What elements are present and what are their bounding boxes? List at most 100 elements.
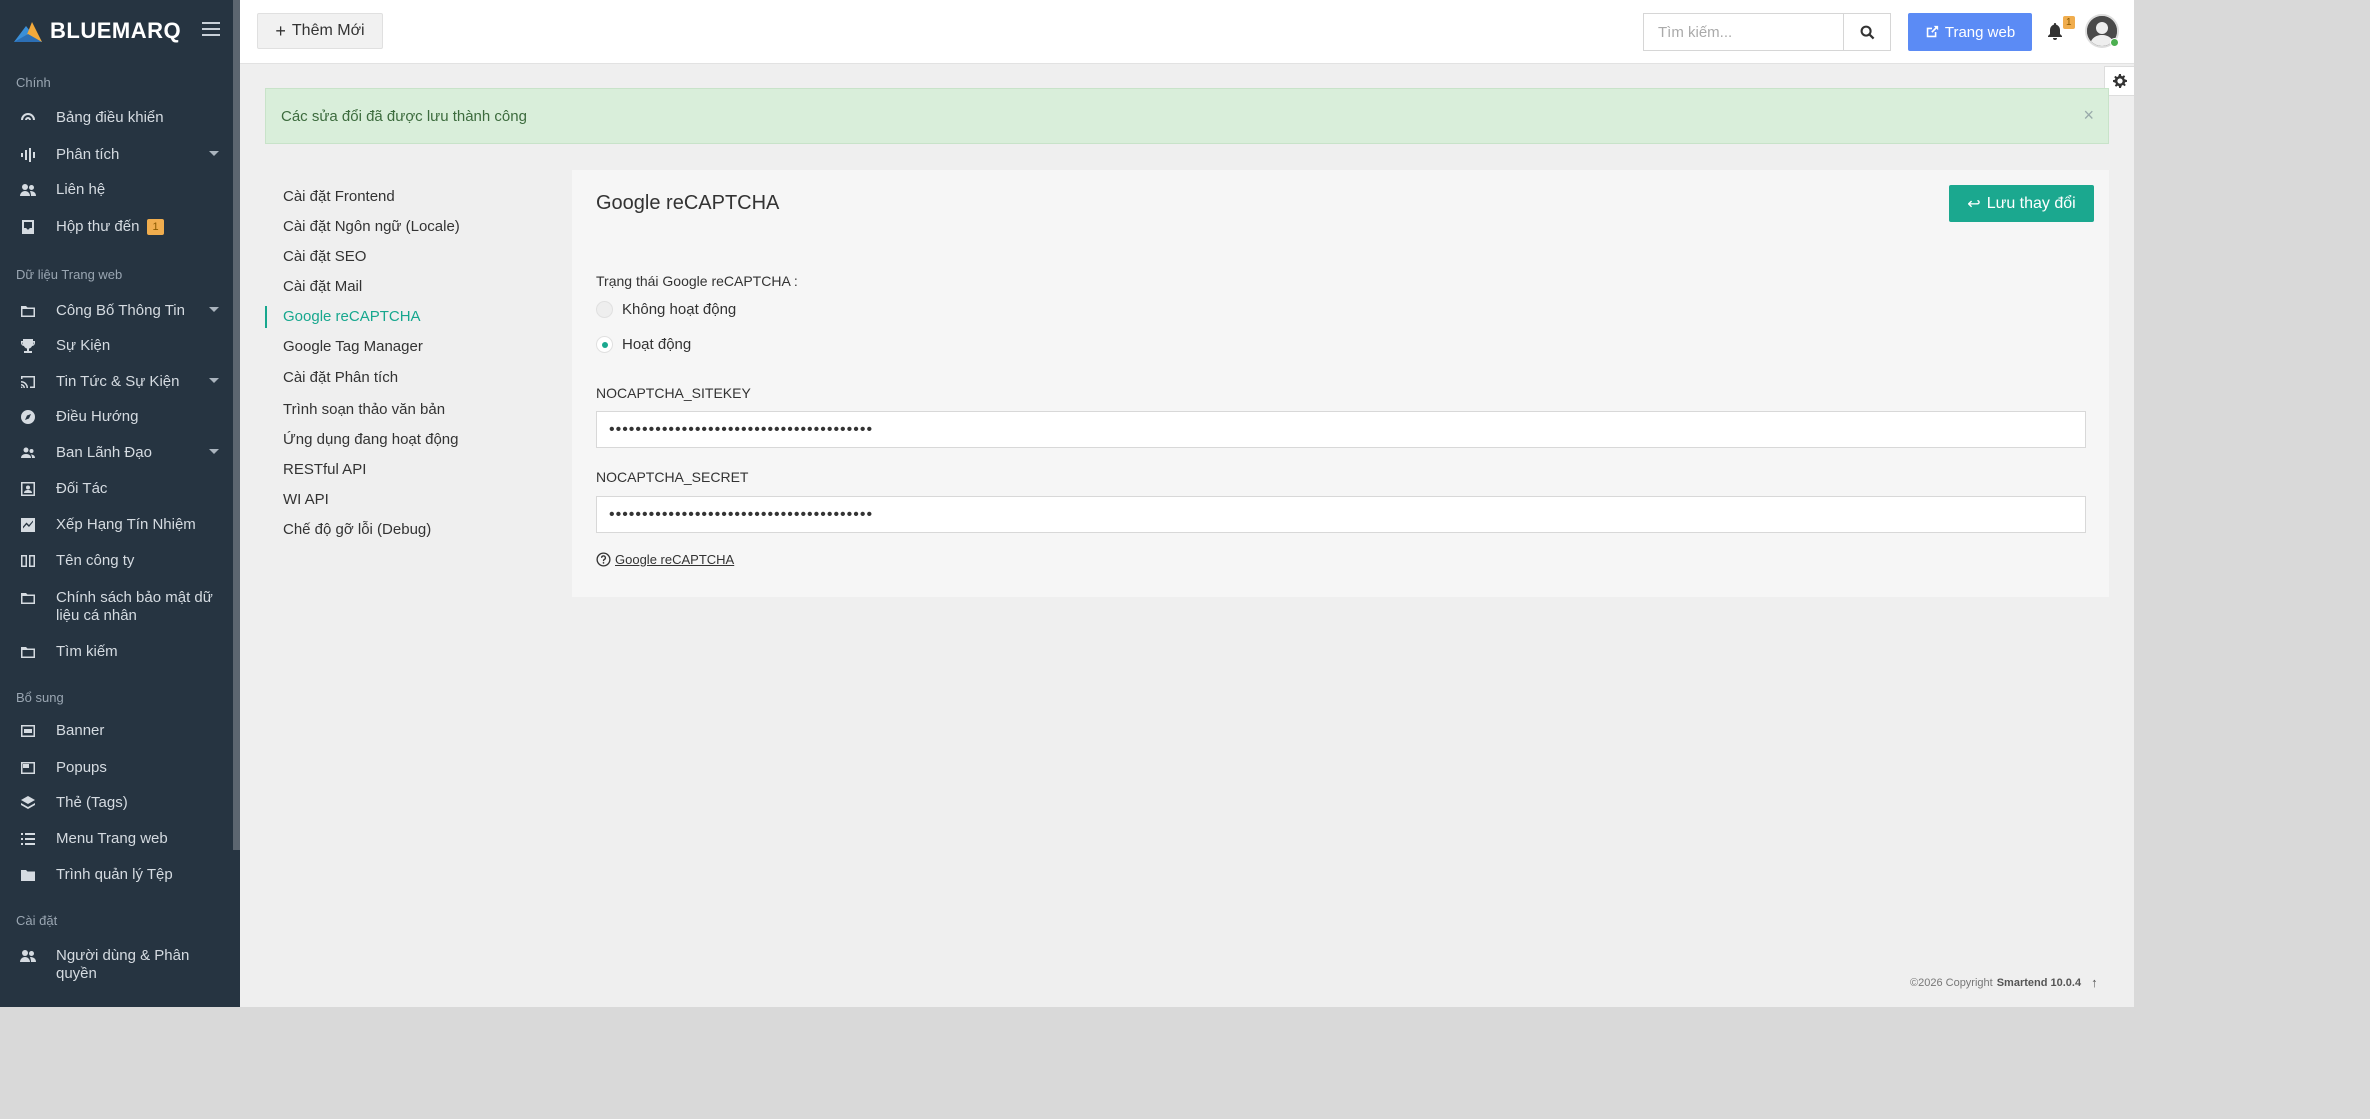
- footer-copyright: ©2026 Copyright: [1910, 976, 1993, 989]
- return-arrow-icon: ↩: [1967, 195, 1981, 213]
- close-icon[interactable]: ×: [2083, 105, 2094, 126]
- sidebar-item-search[interactable]: Tìm kiếm: [0, 643, 233, 661]
- plus-icon: +: [275, 20, 286, 41]
- sidebar-item-inbox[interactable]: Hộp thư đến 1: [0, 218, 233, 236]
- sidebar-item-file-manager[interactable]: Trình quản lý Tệp: [0, 866, 233, 884]
- caret-down-icon: [209, 378, 219, 383]
- search-input[interactable]: [1643, 13, 1843, 51]
- popup-icon: [18, 759, 38, 777]
- caret-down-icon: [209, 151, 219, 156]
- radio-active[interactable]: Hoạt động: [596, 336, 691, 353]
- settings-nav-text-editor[interactable]: Trình soạn thảo văn bản: [265, 395, 555, 425]
- sidebar-item-leadership[interactable]: Ban Lãnh Đạo: [0, 444, 233, 462]
- search-button[interactable]: [1843, 13, 1891, 51]
- settings-nav-mail[interactable]: Cài đặt Mail: [265, 272, 555, 302]
- folder-filled-icon: [18, 866, 38, 884]
- settings-nav-frontend[interactable]: Cài đặt Frontend: [265, 182, 555, 212]
- bell-icon[interactable]: [2047, 22, 2063, 40]
- sidebar-item-news[interactable]: Tin Tức & Sự Kiện: [0, 373, 233, 391]
- sidebar-item-dashboard[interactable]: Bảng điều khiển: [0, 109, 233, 127]
- external-edit-icon: [1926, 25, 1938, 38]
- brand-name: BLUEMARQ: [50, 18, 182, 43]
- sidebar-item-tags[interactable]: Thẻ (Tags): [0, 794, 233, 812]
- radio-inactive-circle[interactable]: [596, 301, 613, 318]
- sidebar-item-label: Công Bố Thông Tin: [56, 302, 185, 319]
- sidebar-section-main: Chính: [16, 75, 51, 90]
- radio-inactive[interactable]: Không hoạt động: [596, 301, 736, 318]
- menu-toggle-icon[interactable]: [202, 22, 220, 38]
- sidebar-item-label: Ban Lãnh Đạo: [56, 444, 152, 461]
- analytics-icon: [18, 146, 38, 164]
- panel-title: Google reCAPTCHA: [596, 192, 780, 214]
- settings-nav-restful-api[interactable]: RESTful API: [265, 455, 555, 485]
- sidebar-item-label: Trình quản lý Tệp: [56, 866, 173, 883]
- settings-nav-recaptcha[interactable]: Google reCAPTCHA: [265, 302, 555, 332]
- settings-nav-debug[interactable]: Chế độ gỡ lỗi (Debug): [265, 515, 555, 545]
- success-alert: Các sửa đổi đã được lưu thành công ×: [265, 88, 2109, 144]
- portrait-icon: [18, 480, 38, 498]
- sidebar-item-events[interactable]: Sự Kiện: [0, 337, 233, 355]
- add-new-button[interactable]: + Thêm Mới: [257, 13, 383, 49]
- folder-icon: [18, 643, 38, 661]
- website-button[interactable]: Trang web: [1908, 13, 2032, 51]
- sidebar-scrollbar[interactable]: [233, 0, 240, 850]
- sidebar-item-contacts[interactable]: Liên hệ: [0, 181, 233, 199]
- list-icon: [18, 830, 38, 848]
- sidebar-item-label: Tìm kiếm: [56, 643, 118, 660]
- settings-nav-active-apps[interactable]: Ứng dụng đang hoạt động: [265, 425, 555, 455]
- sidebar-item-label: Xếp Hạng Tín Nhiệm: [56, 516, 196, 533]
- radio-active-circle[interactable]: [596, 336, 613, 353]
- sidebar-item-label: Tin Tức & Sự Kiện: [56, 373, 180, 390]
- contacts-icon: [18, 181, 38, 199]
- help-circle-icon: [596, 552, 611, 567]
- caret-down-icon: [209, 449, 219, 454]
- brand[interactable]: BLUEMARQ: [14, 16, 181, 46]
- recaptcha-help-link[interactable]: Google reCAPTCHA: [596, 552, 734, 567]
- sidebar-item-credit-rating[interactable]: Xếp Hạng Tín Nhiệm: [0, 516, 233, 534]
- caret-down-icon: [209, 307, 219, 312]
- sidebar-item-label: Tên công ty: [56, 552, 135, 569]
- settings-nav-tag-manager[interactable]: Google Tag Manager: [265, 332, 555, 362]
- settings-nav-seo[interactable]: Cài đặt SEO: [265, 242, 555, 272]
- gear-icon: [2112, 74, 2127, 88]
- search-icon: [1860, 25, 1874, 39]
- settings-nav-locale[interactable]: Cài đặt Ngôn ngữ (Locale): [265, 212, 555, 242]
- users-icon: [18, 947, 38, 965]
- book-icon: [18, 552, 38, 570]
- sidebar-item-popups[interactable]: Popups: [0, 759, 233, 777]
- sidebar-item-disclosure[interactable]: Công Bố Thông Tin: [0, 302, 233, 320]
- sidebar-item-users-permissions[interactable]: Người dùng & Phân quyền: [0, 947, 233, 983]
- secret-label: NOCAPTCHA_SECRET: [596, 469, 749, 485]
- sidebar-item-company-name[interactable]: Tên công ty: [0, 552, 233, 570]
- sidebar-item-partners[interactable]: Đối Tác: [0, 480, 233, 498]
- sidebar: BLUEMARQ Chính Bảng điều khiển Phân tích…: [0, 0, 240, 1007]
- secret-input[interactable]: [596, 496, 2086, 533]
- trophy-icon: [18, 337, 38, 355]
- save-changes-button[interactable]: ↩ Lưu thay đổi: [1949, 185, 2094, 222]
- banner-icon: [18, 722, 38, 740]
- sidebar-item-navigation[interactable]: Điều Hướng: [0, 408, 233, 426]
- scroll-top-icon[interactable]: ↑: [2091, 975, 2098, 990]
- sidebar-item-label: Hộp thư đến 1: [56, 218, 164, 236]
- radio-active-label: Hoạt động: [622, 336, 692, 353]
- settings-nav-wi-api[interactable]: WI API: [265, 485, 555, 515]
- people-icon: [18, 444, 38, 462]
- inbox-icon: [18, 218, 38, 236]
- sidebar-item-label: Popups: [56, 759, 107, 776]
- sidebar-item-label: Điều Hướng: [56, 408, 139, 425]
- compass-icon: [18, 408, 38, 426]
- sidebar-item-label: Sự Kiện: [56, 337, 111, 354]
- chart-icon: [18, 516, 38, 534]
- sidebar-item-analytics[interactable]: Phân tích: [0, 146, 233, 164]
- sidebar-item-privacy-policy[interactable]: Chính sách bảo mật dữ liệu cá nhân: [0, 589, 233, 625]
- sitekey-input[interactable]: [596, 411, 2086, 448]
- cast-icon: [18, 373, 38, 391]
- sidebar-item-label: Phân tích: [56, 146, 120, 163]
- sidebar-item-site-menu[interactable]: Menu Trang web: [0, 830, 233, 848]
- brand-logo-icon: [14, 22, 42, 42]
- sidebar-item-label: Banner: [56, 722, 105, 739]
- sidebar-item-label: Bảng điều khiển: [56, 109, 164, 126]
- top-header: + Thêm Mới Trang web 1: [240, 0, 2134, 64]
- settings-nav-analytics[interactable]: Cài đặt Phân tích: [265, 363, 555, 393]
- sidebar-item-banner[interactable]: Banner: [0, 722, 233, 740]
